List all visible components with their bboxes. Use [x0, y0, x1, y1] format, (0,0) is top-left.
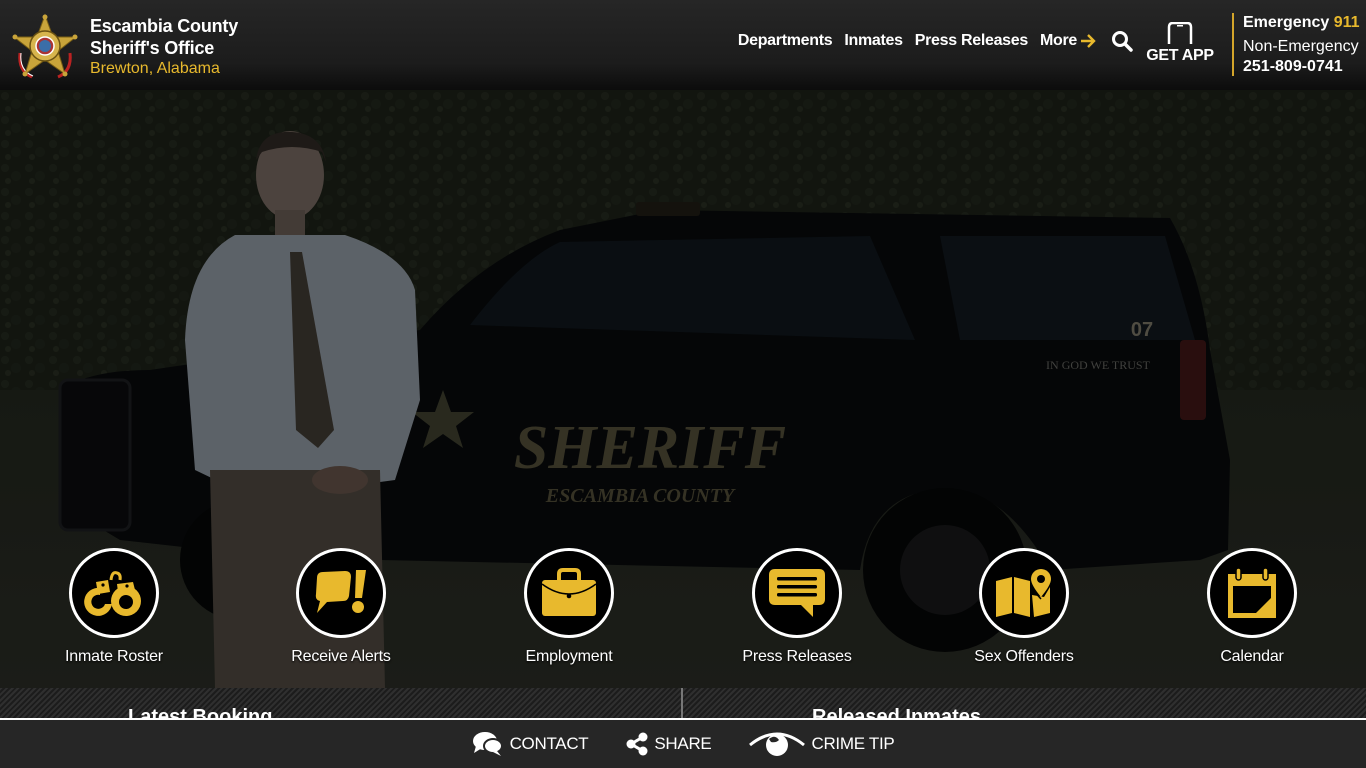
quick-link-receive-alerts[interactable]: Receive Alerts [261, 548, 421, 666]
quick-link-sex-offenders[interactable]: Sex Offenders [944, 548, 1104, 666]
quick-link-label: Press Releases [742, 648, 852, 665]
quick-link-label: Calendar [1220, 648, 1284, 665]
smartphone-icon [1167, 21, 1193, 44]
contact-button[interactable]: CONTACT [472, 731, 589, 757]
nav-inmates[interactable]: Inmates [844, 32, 903, 50]
non-emergency-label: Non-Emergency [1243, 38, 1359, 55]
emergency-line[interactable]: Emergency 911 [1243, 13, 1360, 33]
quick-link-employment[interactable]: Employment [489, 548, 649, 666]
contact-label: CONTACT [509, 734, 589, 753]
quick-links: Inmate Roster Receive Alerts Employment … [0, 548, 1366, 678]
non-emergency-number[interactable]: 251-809-0741 [1243, 57, 1360, 77]
quick-link-inmate-roster[interactable]: Inmate Roster [34, 548, 194, 666]
brand-block[interactable]: Escambia County Sheriff's Office Brewton… [90, 15, 238, 80]
nav-press-releases[interactable]: Press Releases [915, 32, 1029, 50]
get-app-button[interactable]: GET APP [1146, 21, 1214, 65]
quick-link-label: Inmate Roster [65, 648, 163, 665]
quick-link-label: Employment [525, 648, 613, 665]
nav-more-label: More [1039, 32, 1077, 49]
quick-link-circle [1207, 548, 1297, 638]
calendar-icon [1228, 567, 1276, 618]
org-name-line1: Escambia County [90, 16, 239, 36]
share-icon [626, 732, 648, 756]
org-name-line2: Sheriff's Office [90, 38, 215, 58]
latest-booking-heading[interactable]: Latest Booking [128, 706, 272, 718]
quick-link-circle [69, 548, 159, 638]
main-nav: Departments Inmates Press Releases More [726, 32, 1096, 50]
handcuffs-icon [84, 571, 141, 616]
emergency-number: 911 [1333, 14, 1360, 31]
quick-link-circle [296, 548, 386, 638]
quick-link-press-releases[interactable]: Press Releases [717, 548, 877, 666]
arrow-right-icon [1081, 34, 1096, 48]
quick-link-calendar[interactable]: Calendar [1172, 548, 1332, 666]
share-label: SHARE [654, 734, 712, 753]
site-header: Escambia County Sheriff's Office Brewton… [0, 0, 1366, 90]
chat-bubbles-icon [472, 732, 503, 756]
quick-link-circle [979, 548, 1069, 638]
hero-banner: SHERIFF ESCAMBIA COUNTY 07 IN GOD WE TRU… [0, 90, 1366, 688]
quick-link-label: Receive Alerts [291, 648, 391, 665]
org-location: Brewton, Alabama [90, 60, 220, 77]
phone-contacts: Emergency 911 Non-Emergency 251-809-0741 [1243, 13, 1360, 77]
sheriff-badge-logo[interactable] [10, 13, 80, 81]
share-button[interactable]: SHARE [626, 732, 712, 756]
info-sections: Latest Booking Released Inmates [0, 688, 1366, 718]
eye-icon [749, 732, 806, 756]
header-divider [1232, 13, 1234, 76]
quick-link-circle [752, 548, 842, 638]
sticky-action-bar: CONTACT SHARE CRIME TIP [0, 718, 1366, 768]
crime-tip-button[interactable]: CRIME TIP [749, 731, 895, 757]
search-button[interactable] [1111, 30, 1133, 52]
nav-more[interactable]: More [1040, 32, 1096, 50]
map-pin-icon [996, 569, 1051, 617]
released-inmates-heading[interactable]: Released Inmates [812, 706, 981, 718]
speech-alert-icon [315, 570, 366, 613]
message-lines-icon [769, 569, 825, 617]
section-divider [681, 688, 683, 718]
quick-link-label: Sex Offenders [974, 648, 1074, 665]
briefcase-icon [541, 568, 597, 616]
search-icon [1112, 31, 1133, 52]
crime-tip-label: CRIME TIP [811, 734, 895, 753]
emergency-label: Emergency [1243, 14, 1330, 31]
quick-link-circle [524, 548, 614, 638]
nav-departments[interactable]: Departments [738, 32, 833, 50]
get-app-label: GET APP [1146, 47, 1214, 64]
